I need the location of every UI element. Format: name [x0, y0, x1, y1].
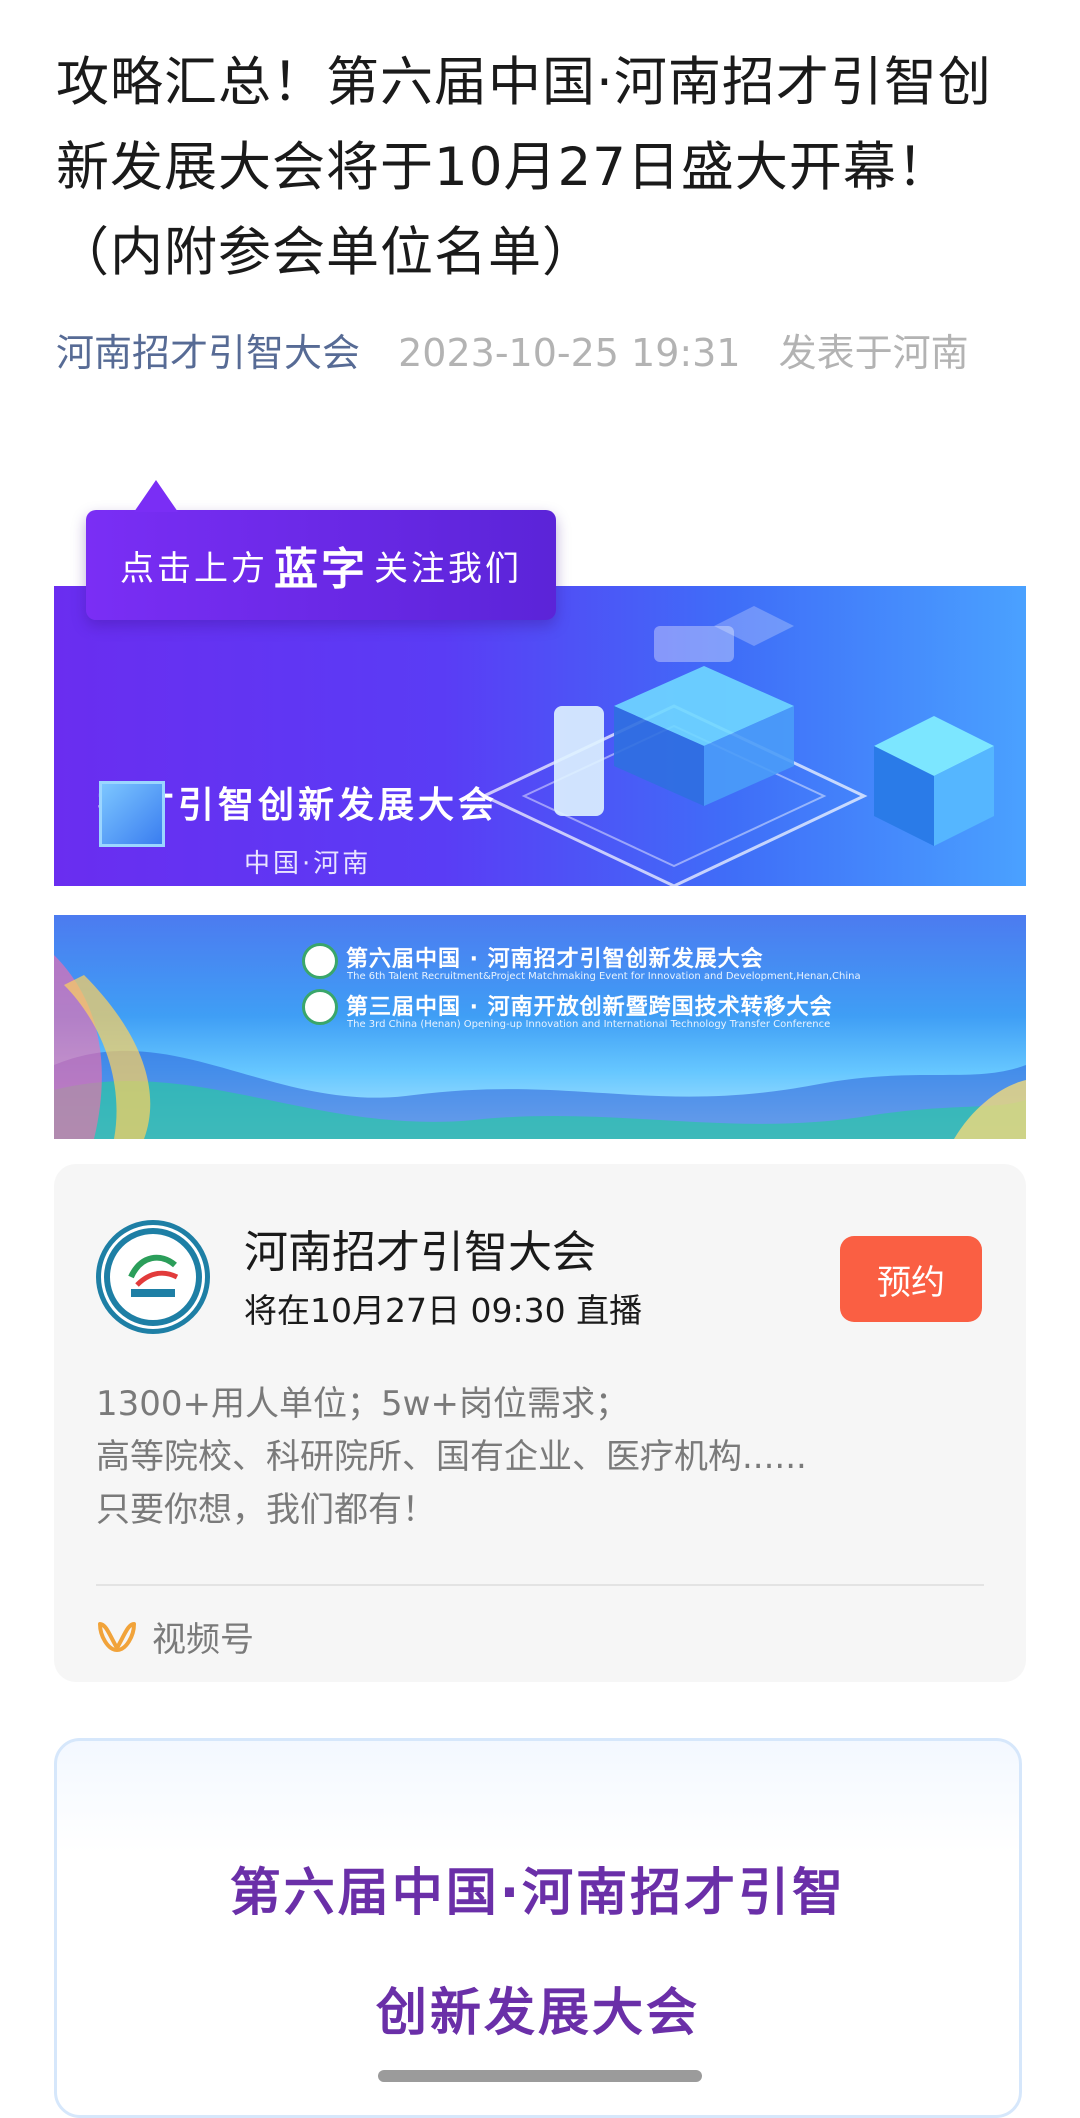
avatar-logo-icon [104, 1228, 202, 1326]
cube-icon [99, 781, 165, 847]
event-logo-icon [302, 943, 338, 979]
publish-location: 发表于河南 [778, 331, 969, 375]
follow-text-post: 关注我们 [374, 548, 522, 589]
desc-line: 只要你想，我们都有！ [96, 1490, 436, 1530]
banner-line1: 第六届中国 · 河南招才引智创新发展大会 [346, 947, 764, 972]
channel-name: 河南招才引智大会 [244, 1227, 596, 1278]
intro-title-line1: 第六届中国·河南招才引智 [229, 1864, 847, 1923]
follow-us-tag: 点击上方 蓝字 关注我们 [86, 480, 556, 620]
banner-background: 招才引智创新发展大会 中国·河南 [54, 586, 1026, 886]
event-logo-icon-2 [302, 989, 338, 1025]
conference-title-banner: 第六届中国 · 河南招才引智创新发展大会 The 6th Talent Recr… [54, 915, 1026, 1139]
follow-text-pre: 点击上方 [120, 548, 268, 589]
desc-line: 1300+用人单位；5w+岗位需求； [96, 1384, 629, 1424]
live-reservation-card[interactable]: 河南招才引智大会 将在10月27日 09:30 直播 预约 1300+用人单位；… [54, 1164, 1026, 1682]
live-time: 将在10月27日 09:30 直播 [244, 1291, 643, 1330]
account-name-link[interactable]: 河南招才引智大会 [56, 331, 360, 375]
intro-title-line2: 创新发展大会 [375, 1984, 700, 2043]
banner-subtitle: 中国·河南 [244, 849, 372, 879]
conference-intro-box: 第六届中国·河南招才引智 创新发展大会 [54, 1738, 1022, 2118]
home-indicator[interactable] [378, 2070, 702, 2082]
conference-banner-image: 招才引智创新发展大会 中国·河南 点击上方 蓝字 关注我们 [54, 468, 1026, 888]
channel-avatar [96, 1220, 210, 1334]
channels-icon [98, 1621, 136, 1652]
channels-source: 视频号 [96, 1612, 254, 1661]
article-title: 攻略汇总！第六届中国·河南招才引智创新发展大会将于10月27日盛大开幕！（内附参… [56, 52, 992, 283]
desc-line: 高等院校、科研院所、国有企业、医疗机构...... [96, 1437, 807, 1477]
banner-line2-en: The 3rd China (Henan) Opening-up Innovat… [347, 1019, 831, 1030]
publish-date: 2023-10-25 19:31 [398, 331, 741, 375]
banner-line1-en: The 6th Talent Recruitment&Project Match… [347, 971, 861, 982]
banner-line2: 第三届中国 · 河南开放创新暨跨国技术转移大会 [346, 995, 833, 1020]
article-meta: 河南招才引智大会 2023-10-25 19:31 发表于河南 [56, 328, 969, 378]
card-divider [96, 1584, 984, 1586]
channels-label: 视频号 [152, 1620, 254, 1660]
tag-arrow [134, 480, 178, 512]
reserve-button[interactable]: 预约 [840, 1236, 982, 1322]
isometric-tech-illustration [480, 606, 994, 886]
follow-text-blue: 蓝字 [274, 544, 368, 595]
live-description: 1300+用人单位；5w+岗位需求； 高等院校、科研院所、国有企业、医疗机构..… [96, 1378, 996, 1537]
